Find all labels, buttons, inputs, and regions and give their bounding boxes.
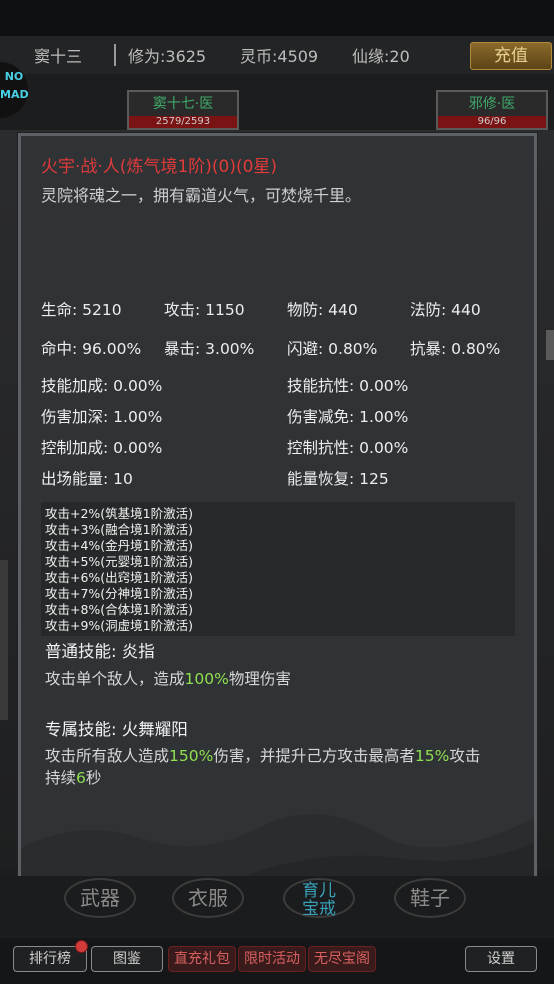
recharge-gift-button[interactable]: 直充礼包 [168, 946, 236, 972]
stat-crit: 暴击: 3.00% [164, 340, 255, 358]
activation-item: 攻击+6%(出窍境1阶激活) [45, 570, 194, 585]
recharge-button[interactable]: 充值 [470, 42, 552, 70]
special-skill-title: 专属技能: 火舞耀阳 [45, 720, 188, 739]
stat-entry-energy: 出场能量: 10 [41, 470, 133, 488]
activation-item: 攻击+4%(金丹境1阶激活) [45, 538, 194, 553]
stat-damage-deepen: 伤害加深: 1.00% [41, 408, 163, 426]
activation-list[interactable]: 攻击+2%(筑基境1阶激活) 攻击+3%(融合境1阶激活) 攻击+4%(金丹境1… [41, 502, 515, 636]
activation-item: 攻击+5%(元婴境1阶激活) [45, 554, 194, 569]
stat-control-bonus: 控制加成: 0.00% [41, 439, 163, 457]
equip-weapon-slot[interactable]: 武器 [64, 878, 136, 918]
stat-attack: 攻击: 1150 [164, 301, 245, 319]
text: 攻击 [449, 747, 481, 765]
special-skill-description: 攻击所有敌人造成150%伤害，并提升己方攻击最高者15%攻击持续6秒 [45, 745, 515, 789]
stat-dodge: 闪避: 0.80% [287, 340, 378, 358]
stat-damage-reduce: 伤害减免: 1.00% [287, 408, 409, 426]
stat-control-resist: 控制抗性: 0.00% [287, 439, 409, 457]
player-name: 窦十三 [34, 47, 83, 66]
activation-item: 攻击+7%(分神境1阶激活) [45, 586, 194, 601]
text: 攻击单个敌人，造成 [45, 670, 185, 688]
text: 伤害，并提升己方攻击最高者 [213, 747, 415, 765]
normal-skill-description: 攻击单个敌人，造成100%物理伤害 [45, 668, 515, 690]
ally-unit-card[interactable]: 窦十七·医 2579/2593 [127, 90, 239, 130]
text: 攻击所有敌人造成 [45, 747, 170, 765]
equip-clothes-slot[interactable]: 衣服 [172, 878, 244, 918]
equip-ring-slot[interactable]: 育儿宝戒 [283, 878, 355, 918]
atlas-button[interactable]: 图鉴 [91, 946, 163, 972]
stat-hit: 命中: 96.00% [41, 340, 142, 358]
stat-skill-bonus: 技能加成: 0.00% [41, 377, 163, 395]
fate-value: 仙缘:20 [352, 47, 410, 66]
stat-magic-def: 法防: 440 [410, 301, 481, 319]
unit-name: 邪修·医 [468, 96, 516, 112]
notification-dot [75, 940, 88, 953]
activation-item: 攻击+9%(洞虚境1阶激活) [45, 618, 194, 633]
spirit-coin-value: 灵币:4509 [240, 47, 319, 66]
stat-crit-resist: 抗暴: 0.80% [410, 340, 501, 358]
text: 秒 [85, 769, 102, 787]
stat-skill-resist: 技能抗性: 0.00% [287, 377, 409, 395]
unit-hp: 96/96 [438, 116, 546, 128]
activation-item: 攻击+8%(合体境1阶激活) [45, 602, 194, 617]
activation-item: 攻击+2%(筑基境1阶激活) [45, 506, 194, 521]
hero-description: 灵院将魂之一，拥有霸道火气，可焚烧千里。 [41, 186, 362, 205]
endless-treasure-button[interactable]: 无尽宝阁 [308, 946, 376, 972]
stat-hp: 生命: 5210 [41, 301, 122, 319]
unit-hp: 2579/2593 [129, 116, 237, 128]
text: 物理伤害 [228, 670, 291, 688]
ring-label: 育儿宝戒 [302, 881, 336, 919]
hero-detail-panel: 火宇·战·人(炼气境1阶)(0)(0星) 灵院将魂之一，拥有霸道火气，可焚烧千里… [18, 133, 537, 881]
highlight-value: 100% [184, 670, 229, 688]
stat-energy-regen: 能量恢复: 125 [287, 470, 389, 488]
left-scroll-edge [0, 560, 8, 720]
highlight-value: 150% [169, 747, 214, 765]
highlight-value: 6 [76, 769, 86, 787]
settings-button[interactable]: 设置 [465, 946, 537, 972]
limited-event-button[interactable]: 限时活动 [238, 946, 306, 972]
highlight-value: 15% [414, 747, 450, 765]
unit-name: 窦十七·医 [152, 96, 214, 112]
text: 持续 [45, 769, 77, 787]
normal-skill-title: 普通技能: 炎指 [45, 642, 155, 661]
divider [114, 44, 116, 66]
activation-item: 攻击+3%(融合境1阶激活) [45, 522, 194, 537]
stat-phys-def: 物防: 440 [287, 301, 358, 319]
right-edge-tab [546, 330, 554, 360]
cultivation-value: 修为:3625 [128, 47, 207, 66]
enemy-unit-card[interactable]: 邪修·医 96/96 [436, 90, 548, 130]
equip-shoes-slot[interactable]: 鞋子 [394, 878, 466, 918]
hero-title: 火宇·战·人(炼气境1阶)(0)(0星) [41, 157, 278, 177]
system-top-bar [0, 0, 554, 36]
